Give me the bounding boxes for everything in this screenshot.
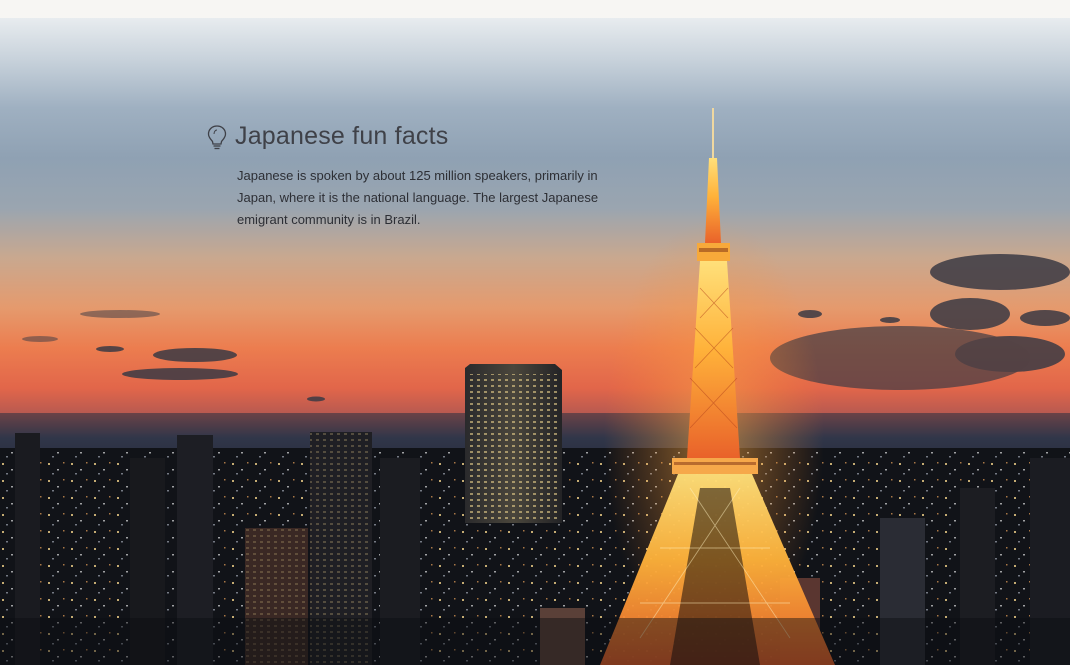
top-bar [0, 0, 1070, 18]
fun-facts-header: Japanese fun facts [205, 122, 645, 151]
skyscraper [465, 364, 562, 523]
hero-banner: Japanese fun facts Japanese is spoken by… [0, 18, 1070, 665]
page-title: Japanese fun facts [235, 122, 449, 150]
fun-fact-text: Japanese is spoken by about 125 million … [237, 168, 599, 227]
fun-facts-panel: Japanese fun facts Japanese is spoken by… [205, 122, 645, 231]
tokyo-skyline-photo [0, 108, 1070, 665]
lightbulb-icon [205, 123, 229, 151]
